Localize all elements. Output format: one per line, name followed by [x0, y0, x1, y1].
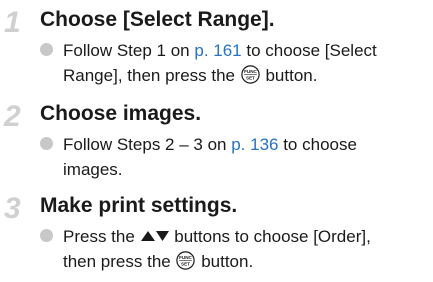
step-2: 2 Choose images. Follow Steps 2 – 3 on p…: [0, 98, 433, 179]
step-1-title: Choose [Select Range].: [40, 8, 275, 31]
bullet-icon: [40, 43, 53, 56]
bullet-icon: [40, 137, 53, 150]
func-set-button-icon: FUNC SET: [241, 65, 260, 84]
step-3-line-2-pre: then press the: [63, 252, 176, 271]
step-1-line-2-post: button.: [260, 66, 318, 85]
step-2-line-1-pre: Follow Steps 2 – 3 on: [63, 135, 232, 154]
step-3-line-1-pre: Press the: [63, 227, 140, 246]
step-1: 1 Choose [Select Range]. Follow Step 1 o…: [0, 4, 433, 85]
set-label: SET: [182, 262, 191, 267]
bullet-icon: [40, 229, 53, 242]
step-number-3-text: 3: [4, 192, 21, 224]
step-3-title: Make print settings.: [40, 194, 238, 217]
func-set-button-icon: FUNC SET: [176, 251, 196, 270]
step-2-line-1: Follow Steps 2 – 3 on p. 136 to choose: [63, 132, 357, 157]
step-3-line-1: Press the buttons to choose [Order],: [63, 224, 371, 249]
step-3: 3 Make print settings. Press the buttons…: [0, 190, 433, 280]
step-1-text: Follow Step 1 on p. 161 to choose [Selec…: [63, 38, 377, 88]
page-link-161[interactable]: p. 161: [194, 41, 241, 60]
up-down-arrows-icon: [140, 230, 170, 242]
step-number-3: 3: [2, 190, 36, 224]
step-1-line-2: Range], then press the FUNC SET button.: [63, 63, 377, 88]
step-number-2: 2: [2, 98, 36, 132]
step-1-line-1-post: to choose [Select: [241, 41, 377, 60]
step-1-line-2-pre: Range], then press the: [63, 66, 240, 85]
set-label: SET: [246, 76, 255, 81]
step-3-text: Press the buttons to choose [Order], the…: [63, 224, 371, 274]
step-3-line-1-post: buttons to choose [Order],: [169, 227, 371, 246]
step-1-line-1: Follow Step 1 on p. 161 to choose [Selec…: [63, 38, 377, 63]
step-2-line-2: images.: [63, 160, 123, 179]
func-label: FUNC: [180, 255, 193, 260]
step-1-line-1-pre: Follow Step 1 on: [63, 41, 195, 60]
func-label: FUNC: [244, 69, 257, 74]
step-2-text: Follow Steps 2 – 3 on p. 136 to choose i…: [63, 132, 357, 182]
step-3-line-2: then press the FUNC SET button.: [63, 249, 371, 274]
page-link-136[interactable]: p. 136: [231, 135, 278, 154]
step-2-title: Choose images.: [40, 102, 202, 125]
step-3-line-2-post: button.: [196, 252, 254, 271]
step-2-line-1-post: to choose: [278, 135, 357, 154]
step-number-1: 1: [2, 4, 36, 38]
step-number-2-text: 2: [3, 100, 21, 132]
step-number-1-text: 1: [4, 6, 21, 38]
